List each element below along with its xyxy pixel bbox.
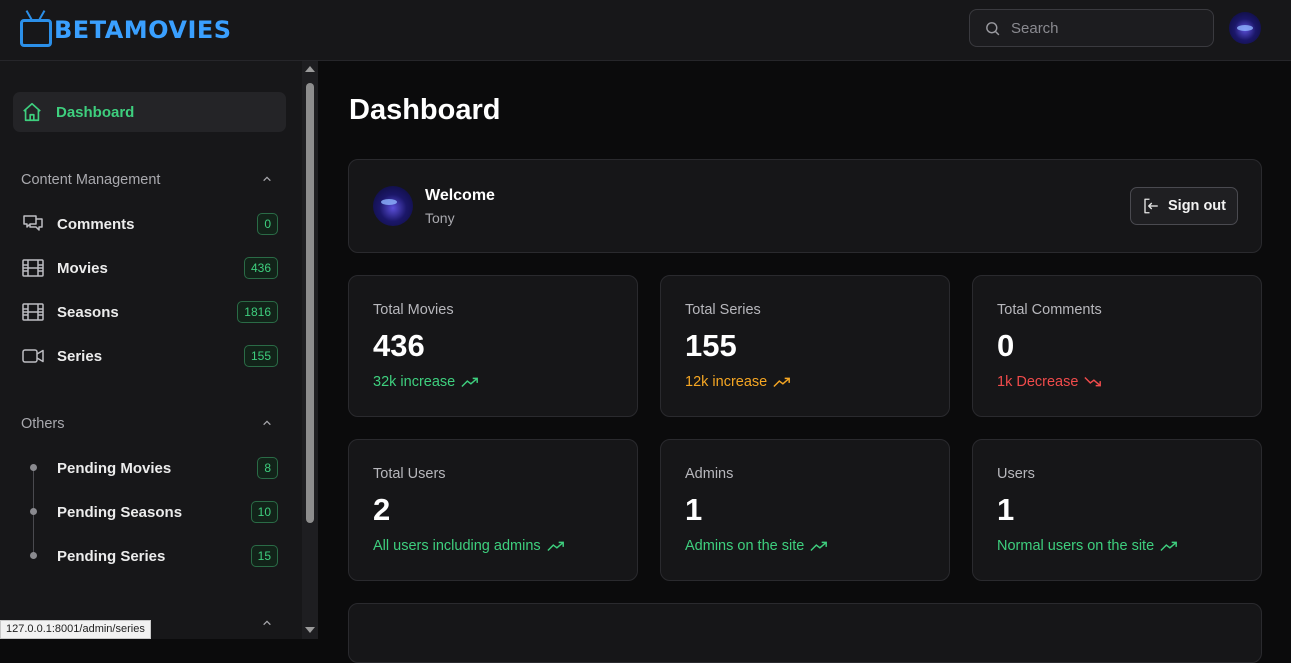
chevron-up-icon[interactable] bbox=[262, 174, 272, 184]
scroll-up-arrow-icon[interactable] bbox=[305, 66, 315, 72]
tree-dot bbox=[30, 508, 37, 515]
comments-icon bbox=[23, 215, 43, 231]
tv-logo-icon bbox=[20, 19, 52, 47]
tree-dot bbox=[30, 552, 37, 559]
bottom-card bbox=[348, 603, 1262, 663]
film-icon bbox=[22, 303, 44, 321]
chevron-up-icon[interactable] bbox=[262, 618, 272, 628]
status-bar-url: 127.0.0.1:8001/admin/series bbox=[0, 620, 151, 639]
sign-out-label: Sign out bbox=[1168, 198, 1226, 214]
user-name: Tony bbox=[425, 210, 455, 226]
stat-card-admins: Admins 1 Admins on the site bbox=[660, 439, 950, 581]
trend-up-icon bbox=[547, 541, 564, 552]
stat-note: 1k Decrease bbox=[997, 374, 1102, 390]
sign-out-icon bbox=[1144, 198, 1158, 214]
sidebar-item-label: Seasons bbox=[57, 303, 119, 321]
stat-note-text: All users including admins bbox=[373, 538, 541, 554]
stat-value: 0 bbox=[997, 328, 1015, 363]
stat-note: Normal users on the site bbox=[997, 538, 1178, 554]
sidebar-item-label: Movies bbox=[57, 259, 108, 277]
stat-card-total-series: Total Series 155 12k increase bbox=[660, 275, 950, 417]
stat-value: 155 bbox=[685, 328, 737, 363]
stat-label: Total Movies bbox=[373, 302, 454, 318]
tree-dot bbox=[30, 464, 37, 471]
stat-note: 12k increase bbox=[685, 374, 791, 390]
sidebar-item-label: Pending Series bbox=[57, 547, 166, 565]
sidebar-item-movies[interactable]: Movies 436 bbox=[21, 253, 278, 283]
stat-card-total-users: Total Users 2 All users including admins bbox=[348, 439, 638, 581]
stat-label: Admins bbox=[685, 466, 734, 482]
stat-value: 1 bbox=[685, 492, 703, 527]
trend-up-icon bbox=[773, 377, 791, 388]
count-badge: 8 bbox=[257, 457, 278, 479]
sidebar-item-pending-movies[interactable]: Pending Movies 8 bbox=[57, 453, 278, 483]
sidebar-item-label: Dashboard bbox=[56, 103, 135, 121]
trend-up-icon bbox=[461, 377, 479, 388]
welcome-title: Welcome bbox=[425, 187, 495, 204]
stat-note-text: Normal users on the site bbox=[997, 538, 1155, 554]
sidebar-item-seasons[interactable]: Seasons 1816 bbox=[21, 297, 278, 327]
sidebar-item-dashboard[interactable]: Dashboard bbox=[13, 92, 286, 132]
avatar bbox=[373, 186, 413, 226]
stat-note-text: 12k increase bbox=[685, 374, 768, 390]
trend-down-icon bbox=[1084, 376, 1102, 387]
trend-up-icon bbox=[810, 541, 828, 552]
stat-label: Total Comments bbox=[997, 302, 1102, 318]
stat-note-text: 1k Decrease bbox=[997, 374, 1079, 390]
sidebar-item-label: Pending Seasons bbox=[57, 503, 183, 521]
main-content: Dashboard Welcome Tony Sign out Total Mo… bbox=[318, 61, 1291, 663]
stat-card-total-comments: Total Comments 0 1k Decrease bbox=[972, 275, 1262, 417]
welcome-card: Welcome Tony Sign out bbox=[348, 159, 1262, 253]
chevron-up-icon[interactable] bbox=[262, 418, 272, 428]
count-badge: 10 bbox=[250, 501, 278, 523]
stat-value: 436 bbox=[373, 328, 425, 363]
page-title: Dashboard bbox=[349, 94, 501, 126]
sidebar-item-comments[interactable]: Comments 0 bbox=[21, 209, 278, 239]
sidebar: Dashboard Content Management Comments 0 … bbox=[0, 61, 302, 639]
scroll-down-arrow-icon[interactable] bbox=[305, 627, 315, 633]
logo-text: BETAMOVIES bbox=[54, 16, 232, 44]
stat-label: Users bbox=[997, 466, 1035, 482]
stat-note-text: 32k increase bbox=[373, 374, 456, 390]
scroll-thumb[interactable] bbox=[306, 83, 314, 523]
count-badge: 15 bbox=[250, 545, 278, 567]
search-box[interactable] bbox=[969, 9, 1214, 47]
sidebar-item-label: Pending Movies bbox=[57, 459, 172, 477]
stat-note-text: Admins on the site bbox=[685, 538, 805, 554]
sidebar-item-pending-series[interactable]: Pending Series 15 bbox=[57, 541, 278, 571]
user-avatar[interactable] bbox=[1229, 12, 1261, 44]
count-badge: 1816 bbox=[237, 301, 278, 323]
stat-note: All users including admins bbox=[373, 538, 565, 554]
stat-value: 1 bbox=[997, 492, 1015, 527]
stat-note: Admins on the site bbox=[685, 538, 828, 554]
search-icon bbox=[986, 21, 1000, 35]
trend-up-icon bbox=[1160, 541, 1178, 552]
sidebar-item-label: Comments bbox=[57, 215, 135, 233]
sidebar-item-series[interactable]: Series 155 bbox=[21, 341, 278, 371]
film-icon bbox=[22, 259, 44, 277]
count-badge: 0 bbox=[257, 213, 278, 235]
stat-label: Total Series bbox=[685, 302, 761, 318]
search-input[interactable] bbox=[1011, 19, 1191, 37]
sidebar-item-label: Series bbox=[57, 347, 103, 365]
section-title-others: Others bbox=[21, 416, 65, 432]
count-badge: 436 bbox=[243, 257, 278, 279]
count-badge: 155 bbox=[243, 345, 278, 367]
logo[interactable]: BETAMOVIES bbox=[20, 6, 232, 54]
sidebar-item-pending-seasons[interactable]: Pending Seasons 10 bbox=[57, 497, 278, 527]
stat-card-users: Users 1 Normal users on the site bbox=[972, 439, 1262, 581]
sidebar-scrollbar[interactable] bbox=[302, 61, 318, 639]
home-icon bbox=[23, 102, 41, 122]
stat-label: Total Users bbox=[373, 466, 446, 482]
sign-out-button[interactable]: Sign out bbox=[1130, 187, 1238, 225]
section-title-content-management: Content Management bbox=[21, 172, 161, 188]
video-camera-icon bbox=[22, 349, 44, 363]
top-bar: BETAMOVIES bbox=[0, 0, 1291, 61]
stat-value: 2 bbox=[373, 492, 391, 527]
stat-note: 32k increase bbox=[373, 374, 479, 390]
stat-card-total-movies: Total Movies 436 32k increase bbox=[348, 275, 638, 417]
